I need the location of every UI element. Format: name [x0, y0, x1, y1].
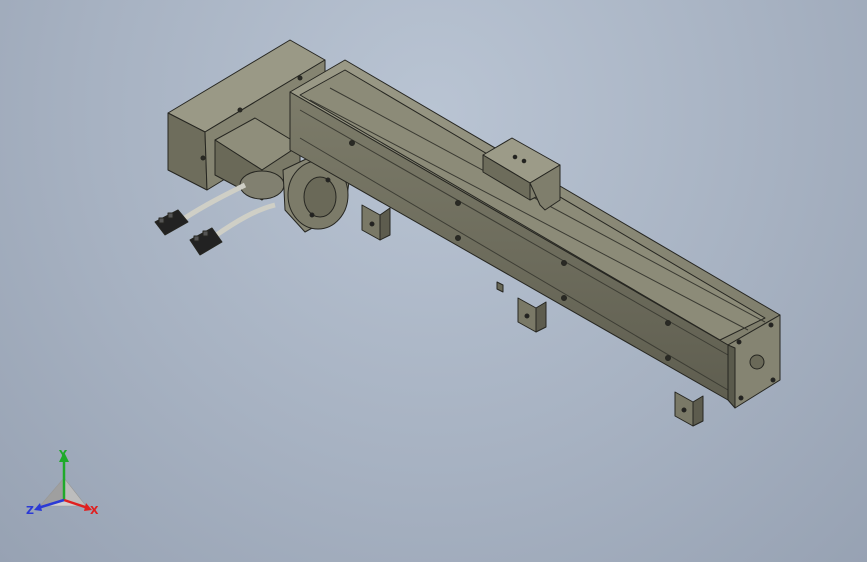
z-axis-label: Z: [26, 504, 34, 517]
cad-viewport[interactable]: Y X Z: [0, 0, 867, 562]
mounting-bracket-3[interactable]: [674, 391, 704, 427]
axis-triad-graphic: [34, 452, 92, 511]
x-axis-label: X: [90, 504, 99, 517]
mounting-bracket-1[interactable]: [361, 204, 391, 241]
orientation-triad[interactable]: Y X Z: [22, 448, 112, 528]
linear-rail-body[interactable]: [289, 59, 781, 409]
y-axis-label: Y: [59, 448, 67, 461]
linear-actuator-model[interactable]: [0, 0, 867, 562]
cable-connector-1[interactable]: [154, 209, 189, 236]
